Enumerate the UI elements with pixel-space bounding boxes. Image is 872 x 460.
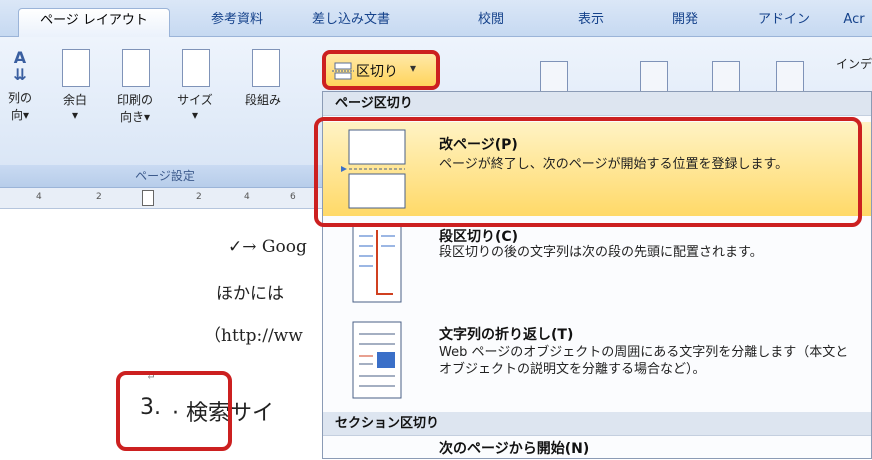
- menu-item-next-page[interactable]: 次のページから開始(N): [323, 438, 871, 460]
- breaks-button[interactable]: 区切り ▾: [322, 50, 440, 90]
- size-button[interactable]: サイズ ▾: [170, 49, 220, 122]
- orientation-button[interactable]: 印刷の 向き▾: [110, 49, 160, 125]
- tab-view[interactable]: 表示: [566, 8, 616, 36]
- indent-label: インデ: [836, 57, 872, 71]
- text-direction-label-2: 向▾: [10, 108, 30, 122]
- text-wrapping-desc: Web ページのオブジェクトの周囲にある文字列を分離します（本文とオブジェクトの…: [439, 345, 849, 377]
- column-break-icon: [352, 225, 402, 303]
- size-icon: [182, 49, 210, 87]
- text-direction-label: 列の: [7, 91, 32, 105]
- orientation-label: 印刷の: [116, 93, 153, 107]
- tab-addins[interactable]: アドイン: [748, 8, 820, 36]
- page-breaks-header: ページ区切り: [323, 92, 871, 116]
- tab-mailings[interactable]: 差し込み文書: [296, 8, 406, 36]
- orientation-icon: [122, 49, 150, 87]
- columns-icon: [252, 49, 280, 87]
- document-area[interactable]: ✓→ Goog ほかには （http://ww ↵ 3. · 検索サイ: [0, 209, 330, 459]
- section-breaks-header: セクション区切り: [323, 412, 871, 436]
- text-direction-icon: A ⇊: [13, 48, 27, 84]
- doc-line: ほかには: [216, 284, 284, 304]
- tab-acrobat[interactable]: Acr: [836, 8, 872, 36]
- menu-item-column-break[interactable]: 段区切り(C) 段区切りの後の文字列は次の段の先頭に配置されます。: [323, 220, 871, 306]
- ruler-tick: 4: [36, 192, 42, 202]
- margins-button[interactable]: 余白 ▾: [50, 49, 100, 122]
- tab-review[interactable]: 校閲: [466, 8, 516, 36]
- breaks-label: 区切り: [356, 64, 398, 80]
- tab-page-layout[interactable]: ページ レイアウト: [18, 8, 170, 38]
- column-break-desc: 段区切りの後の文字列は次の段の先頭に配置されます。: [439, 245, 763, 260]
- doc-line: （http://ww: [204, 326, 303, 346]
- ruler-tick: 2: [196, 192, 202, 202]
- page-break-highlight-box: [314, 117, 862, 227]
- margins-icon: [62, 49, 90, 87]
- columns-label: 段組み: [244, 93, 281, 107]
- doc-line: ✓→ Goog: [228, 237, 307, 257]
- size-label: サイズ: [177, 93, 213, 107]
- ribbon-tab-bar: ページ レイアウト 参考資料 差し込み文書 校閲 表示 開発 アドイン Acr: [0, 0, 872, 38]
- ruler-tick: 4: [244, 192, 250, 202]
- size-dropdown-arrow: ▾: [191, 108, 199, 122]
- text-direction-button[interactable]: A ⇊ 列の 向▾: [0, 49, 40, 123]
- text-wrapping-icon: [352, 321, 402, 399]
- margins-dropdown-arrow: ▾: [71, 108, 79, 122]
- page-setup-group-label: ページ設定: [0, 165, 330, 187]
- margins-label: 余白: [62, 93, 87, 107]
- indent-marker[interactable]: [142, 190, 154, 206]
- breaks-icon: [332, 62, 354, 80]
- ruler-tick: 2: [96, 192, 102, 202]
- ruler-tick: 6: [290, 192, 296, 202]
- text-wrapping-title: 文字列の折り返し(T): [439, 327, 574, 343]
- columns-button[interactable]: 段組み: [228, 49, 298, 108]
- orientation-label-2: 向き▾: [119, 110, 151, 124]
- horizontal-ruler[interactable]: 4 2 2 4 6: [0, 188, 330, 209]
- menu-item-text-wrapping[interactable]: 文字列の折り返し(T) Web ページのオブジェクトの周囲にある文字列を分離しま…: [323, 312, 871, 408]
- breaks-dropdown-arrow: ▾: [410, 61, 417, 75]
- tab-references[interactable]: 参考資料: [196, 8, 278, 36]
- next-page-title: 次のページから開始(N): [439, 441, 590, 457]
- heading-highlight-box: [116, 371, 232, 451]
- column-break-title: 段区切り(C): [439, 229, 519, 245]
- tab-developer[interactable]: 開発: [660, 8, 710, 36]
